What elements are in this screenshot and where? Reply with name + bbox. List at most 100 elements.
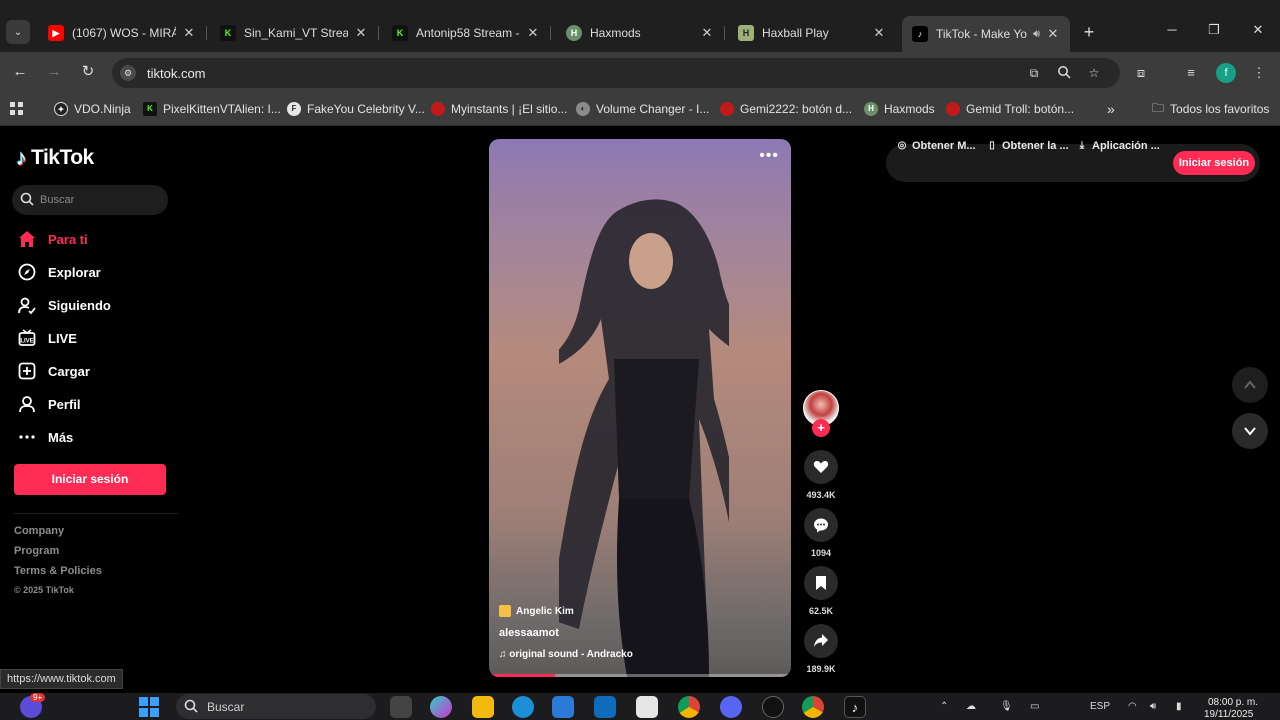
haxball-icon: H bbox=[738, 25, 754, 41]
wifi-icon[interactable]: ◠ bbox=[1128, 701, 1137, 712]
get-app-link[interactable]: ▯ Obtener la ... bbox=[986, 140, 1068, 152]
bookmark-gemid-troll[interactable]: Gemid Troll: botón... bbox=[946, 100, 1074, 118]
comment-button[interactable] bbox=[804, 508, 838, 542]
like-button[interactable] bbox=[804, 450, 838, 484]
creator-badge[interactable]: Angelic Kim bbox=[499, 605, 574, 617]
share-button[interactable] bbox=[804, 624, 838, 658]
follow-plus-icon[interactable]: + bbox=[812, 419, 830, 437]
bookmark-myinstants[interactable]: Myinstants | ¡El sitio... bbox=[431, 100, 567, 118]
back-button[interactable]: ← bbox=[10, 62, 30, 82]
tiktok-logo[interactable]: ♪ TikTok bbox=[16, 145, 94, 171]
cloud-icon[interactable]: ☁ bbox=[966, 701, 976, 712]
nav-para-ti[interactable]: Para ti bbox=[16, 227, 88, 251]
next-video-button[interactable] bbox=[1232, 413, 1268, 449]
tab-haxmods[interactable]: H Haxmods ✕ bbox=[556, 20, 725, 46]
previous-video-button[interactable] bbox=[1232, 367, 1268, 403]
video-username[interactable]: alessaamot bbox=[499, 627, 559, 639]
tray-overflow-icon[interactable]: ⌃ bbox=[940, 701, 948, 712]
bookmark-volume-changer[interactable]: ◐ Volume Changer - I... bbox=[576, 100, 709, 118]
footer-link-terms[interactable]: Terms & Policies bbox=[14, 565, 102, 577]
close-window-button[interactable]: ✕ bbox=[1248, 22, 1268, 38]
get-coins-link[interactable]: ◎ Obtener M... bbox=[896, 140, 976, 152]
chrome-icon[interactable] bbox=[678, 696, 700, 718]
microphone-icon[interactable]: 🎙︎ bbox=[1000, 701, 1013, 712]
tab-tiktok[interactable]: ♪ TikTok - Make Yo 🔊︎ ✕ bbox=[902, 16, 1070, 52]
camera-icon[interactable]: ▭ bbox=[1030, 701, 1039, 712]
close-tab-icon[interactable]: ✕ bbox=[872, 25, 886, 41]
url-text[interactable]: tiktok.com bbox=[147, 66, 206, 81]
tab-kick-sin-kami[interactable]: K Sin_Kami_VT Stream ✕ bbox=[210, 20, 379, 46]
close-tab-icon[interactable]: ✕ bbox=[182, 25, 196, 41]
profile-avatar[interactable]: f bbox=[1216, 63, 1236, 83]
search-input[interactable] bbox=[40, 191, 160, 209]
browser-toolbar: ← → ↻ ⚙ tiktok.com ⧉ ☆ ⧈ ≡ f ⋮ bbox=[0, 52, 1280, 92]
minimize-button[interactable]: ─ bbox=[1162, 22, 1182, 37]
nav-live[interactable]: LIVE LIVE bbox=[16, 326, 77, 350]
header-login-button[interactable]: Iniciar sesión bbox=[1173, 151, 1255, 175]
restore-button[interactable]: ❐ bbox=[1204, 22, 1224, 38]
footer-link-program[interactable]: Program bbox=[14, 545, 59, 557]
bookmark-vdo-ninja[interactable]: ✦ VDO.Ninja bbox=[54, 100, 131, 118]
tab-kick-antonip58[interactable]: K Antonip58 Stream - V ✕ bbox=[382, 20, 551, 46]
bookmark-pixelkitten[interactable]: K PixelKittenVTAlien: I... bbox=[143, 100, 281, 118]
zoom-icon[interactable] bbox=[1056, 65, 1072, 81]
nav-cargar[interactable]: Cargar bbox=[16, 359, 90, 383]
video-progress-bar[interactable] bbox=[489, 674, 791, 677]
notepad-icon[interactable] bbox=[636, 696, 658, 718]
clock-date[interactable]: 19/11/2025 bbox=[1204, 709, 1253, 720]
site-settings-icon[interactable]: ⚙ bbox=[120, 65, 136, 81]
chrome-profile-icon[interactable] bbox=[802, 696, 824, 718]
task-view-icon[interactable] bbox=[390, 696, 412, 718]
like-count: 493.4K bbox=[806, 490, 836, 500]
tab-search-button[interactable]: ⌄ bbox=[6, 20, 30, 44]
bookmark-star-icon[interactable]: ☆ bbox=[1086, 65, 1102, 81]
forward-button[interactable]: → bbox=[44, 62, 64, 82]
bookmarks-overflow-button[interactable]: » bbox=[1107, 100, 1115, 118]
volume-icon[interactable]: 🔊︎ bbox=[1150, 701, 1156, 712]
all-bookmarks-folder[interactable]: 🗀 Todos los favoritos bbox=[1152, 100, 1269, 118]
search-box[interactable] bbox=[12, 185, 168, 215]
bookmark-haxmods[interactable]: H Haxmods bbox=[864, 100, 935, 118]
store-icon[interactable] bbox=[552, 696, 574, 718]
nav-explorar[interactable]: Explorar bbox=[16, 260, 101, 284]
file-explorer-icon[interactable] bbox=[472, 696, 494, 718]
close-tab-icon[interactable]: ✕ bbox=[700, 25, 714, 41]
video-more-options-icon[interactable]: ••• bbox=[759, 147, 779, 165]
battery-icon[interactable]: ▮ bbox=[1176, 701, 1182, 712]
address-bar[interactable]: ⚙ tiktok.com ⧉ ☆ bbox=[112, 58, 1120, 88]
apps-grid-icon[interactable] bbox=[10, 100, 24, 118]
save-button[interactable] bbox=[804, 566, 838, 600]
video-player[interactable]: ••• Angelic Kim alessaamot ♫ original so… bbox=[489, 139, 791, 677]
close-tab-icon[interactable]: ✕ bbox=[1046, 26, 1060, 42]
close-tab-icon[interactable]: ✕ bbox=[354, 25, 368, 41]
discord-icon[interactable] bbox=[720, 696, 742, 718]
outlook-icon[interactable] bbox=[594, 696, 616, 718]
tiktok-app-icon[interactable]: ♪ bbox=[844, 696, 866, 718]
footer-link-company[interactable]: Company bbox=[14, 525, 64, 537]
clock-time[interactable]: 08:00 p. m. bbox=[1208, 697, 1258, 708]
nav-perfil[interactable]: Perfil bbox=[16, 392, 81, 416]
new-tab-button[interactable]: + bbox=[1078, 22, 1100, 43]
copilot-icon[interactable] bbox=[430, 696, 452, 718]
tab-haxball[interactable]: H Haxball Play ✕ bbox=[728, 20, 896, 46]
extensions-icon[interactable]: ⧈ bbox=[1132, 64, 1150, 82]
bookmark-fakeyou[interactable]: F FakeYou Celebrity V... bbox=[287, 100, 425, 118]
bookmark-gemi2222[interactable]: Gemi2222: botón d... bbox=[720, 100, 852, 118]
video-sound[interactable]: ♫ original sound - Andracko bbox=[499, 649, 633, 660]
media-controls-icon[interactable]: ≡ bbox=[1182, 64, 1200, 82]
nav-siguiendo[interactable]: Siguiendo bbox=[16, 293, 111, 317]
speaker-icon[interactable]: 🔊︎ bbox=[1033, 28, 1040, 41]
desktop-app-link[interactable]: ⤓ Aplicación ... bbox=[1076, 140, 1160, 152]
login-button[interactable]: Iniciar sesión bbox=[14, 464, 166, 495]
start-icon[interactable] bbox=[138, 696, 160, 718]
language-indicator[interactable]: ESP bbox=[1090, 701, 1110, 712]
edge-icon[interactable] bbox=[512, 696, 534, 718]
close-tab-icon[interactable]: ✕ bbox=[526, 25, 540, 41]
obs-icon[interactable] bbox=[762, 696, 784, 718]
tab-youtube[interactable]: ▶ (1067) WOS - MIRÁ M ✕ bbox=[38, 20, 207, 46]
reload-button[interactable]: ↻ bbox=[78, 62, 98, 82]
nav-mas[interactable]: Más bbox=[16, 425, 73, 449]
taskbar-search[interactable]: Buscar bbox=[176, 694, 376, 719]
browser-menu-icon[interactable]: ⋮ bbox=[1250, 64, 1268, 82]
install-app-icon[interactable]: ⧉ bbox=[1026, 65, 1042, 81]
